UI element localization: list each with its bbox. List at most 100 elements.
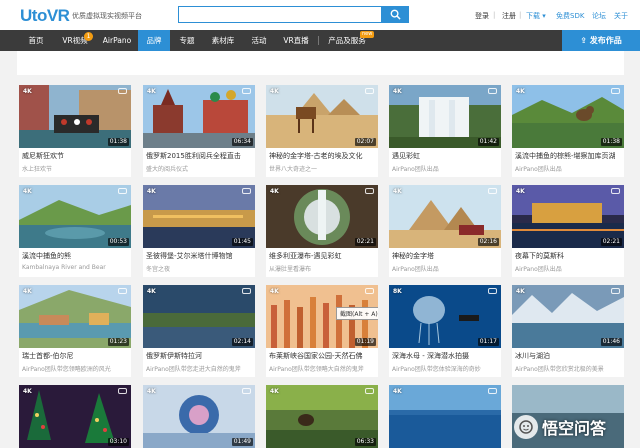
nav-home[interactable]: 首页 [18, 30, 54, 51]
video-thumbnail[interactable]: 4K 01:46 [512, 285, 624, 348]
about-link[interactable]: 关于 [614, 11, 628, 21]
video-title[interactable]: 布莱斯峡谷国家公园-天然石佛 [269, 351, 377, 361]
duration-badge: 02:21 [600, 238, 622, 246]
video-title[interactable]: 圣彼得堡-艾尔米塔什博物馆 [146, 251, 254, 261]
video-title[interactable]: 维多利亚瀑布-遇见彩虹 [269, 251, 377, 261]
video-card[interactable]: 4K 02:16 神秘的金字塔 AirPano团队出品 [389, 185, 501, 277]
video-title[interactable]: 俄罗斯伊斯特拉河 [146, 351, 254, 361]
video-thumbnail[interactable]: 4K 03:10 [19, 385, 131, 448]
vr-icon [488, 88, 497, 94]
nav-topics[interactable]: 专题 [172, 30, 202, 51]
video-thumbnail[interactable]: 4K 02:14 [143, 285, 255, 348]
top-header: UtoVR 优质虚拟现实视频平台 登录 | 注册 | 下载 ▾ 免费SDK 论坛… [0, 0, 640, 30]
login-link[interactable]: 登录 [475, 11, 489, 21]
register-link[interactable]: 注册 [502, 11, 516, 21]
video-title[interactable]: 溪流中捕鱼的棕熊-堪察加库页湖 [515, 151, 623, 161]
duration-badge: 01:42 [477, 138, 499, 146]
video-card[interactable]: 4K 01:38 威尼斯狂欢节 水上狂欢节 [19, 85, 131, 177]
video-title[interactable]: 遇见彩虹 [392, 151, 500, 161]
video-card[interactable]: 4K 01:46 冰川与湖泊 AirPano团队带您欣赏北极的美景 [512, 285, 624, 377]
duration-badge: 01:49 [231, 438, 253, 446]
video-thumbnail[interactable]: 8K 01:17 [389, 285, 501, 348]
quality-tag: 4K [147, 88, 156, 95]
video-thumbnail[interactable]: 4K 01:38 [512, 85, 624, 148]
search-button[interactable] [381, 6, 409, 23]
video-title[interactable]: 神秘的金字塔-古老的埃及文化 [269, 151, 377, 161]
video-thumbnail[interactable]: 4K 02:07 [266, 85, 378, 148]
search-input[interactable] [178, 6, 382, 23]
video-thumbnail[interactable]: 4K 06:34 [143, 85, 255, 148]
video-card[interactable]: 4K 02:14 俄罗斯伊斯特拉河 AirPano团队带您走进大自然的鬼斧 [143, 285, 255, 377]
video-card[interactable]: 4K 01:42 遇见彩虹 AirPano团队出品 [389, 85, 501, 177]
duration-badge: 01:46 [600, 338, 622, 346]
publish-button[interactable]: ⇪ 发布作品 [562, 30, 640, 51]
video-subtitle: 盛大的阅兵仪式 [146, 166, 189, 173]
video-card[interactable]: 4K 03:10 [19, 385, 131, 448]
quality-tag: 4K [516, 188, 525, 195]
video-card[interactable]: 4K 01:38 溪流中捕鱼的棕熊-堪察加库页湖 AirPano团队出品 [512, 85, 624, 177]
upload-icon: ⇪ [580, 36, 587, 45]
video-thumbnail[interactable]: 4K 02:21 [266, 185, 378, 248]
quality-tag: 4K [147, 288, 156, 295]
quality-tag: 4K [270, 188, 279, 195]
video-card[interactable]: 8K 01:17 深海水母 - 深海潜水拍摄 AirPano团队带您体验深海的奇… [389, 285, 501, 377]
video-card[interactable]: 4K 02:21 维多利亚瀑布-遇见彩虹 从瀑肚里看瀑布 [266, 185, 378, 277]
video-thumbnail[interactable]: 4K 01:38 [19, 85, 131, 148]
video-card[interactable]: 4K 01:49 [143, 385, 255, 448]
video-subtitle: AirPano团队出品 [515, 266, 562, 273]
video-card[interactable]: 4K 截图(Alt + A) 01:19 布莱斯峡谷国家公园-天然石佛 AirP… [266, 285, 378, 377]
site-logo[interactable]: UtoVR [20, 6, 70, 26]
vr-icon [118, 388, 127, 394]
video-card[interactable]: 4K 02:07 神秘的金字塔-古老的埃及文化 世界八大奇迹之一 [266, 85, 378, 177]
quality-tag: 4K [393, 88, 402, 95]
video-thumbnail[interactable]: 4K 01:49 [143, 385, 255, 448]
video-thumbnail[interactable]: 4K [389, 385, 501, 448]
quality-tag: 4K [23, 88, 32, 95]
video-card[interactable]: 4K 02:21 夜幕下的莫斯科 AirPano团队出品 [512, 185, 624, 277]
video-thumbnail[interactable]: 4K 06:33 [266, 385, 378, 448]
video-subtitle: AirPano团队出品 [392, 266, 439, 273]
vr-icon [488, 388, 497, 394]
wukong-watermark: 悟空问答 [514, 413, 636, 441]
nav-vr-live[interactable]: VR直播 [278, 30, 314, 51]
video-thumbnail[interactable]: 4K 截图(Alt + A) 01:19 [266, 285, 378, 348]
nav-events[interactable]: 活动 [244, 30, 274, 51]
video-card[interactable]: 4K 01:23 瑞士首都-伯尔尼 AirPano团队带您领略欧洲的风光 [19, 285, 131, 377]
duration-badge: 02:16 [477, 238, 499, 246]
video-card[interactable]: 4K 01:45 圣彼得堡-艾尔米塔什博物馆 冬宫之夜 [143, 185, 255, 277]
quality-tag: 8K [393, 288, 402, 295]
vr-icon [611, 288, 620, 294]
video-title[interactable]: 深海水母 - 深海潜水拍摄 [392, 351, 500, 361]
video-title[interactable]: 夜幕下的莫斯科 [515, 251, 623, 261]
video-card[interactable]: 4K [389, 385, 501, 448]
download-link[interactable]: 下载 ▾ [526, 11, 546, 21]
nav-count-badge: 1 [84, 32, 93, 41]
video-card[interactable]: 4K 00:53 溪流中捕鱼的熊 Kambalnaya River and Be… [19, 185, 131, 277]
download-label: 下载 [526, 12, 540, 20]
video-title[interactable]: 俄罗斯2015胜利阅兵全程直击 [146, 151, 254, 161]
video-card[interactable]: 4K 06:34 俄罗斯2015胜利阅兵全程直击 盛大的阅兵仪式 [143, 85, 255, 177]
nav-brand[interactable]: 品牌 [138, 30, 170, 51]
video-card[interactable]: 4K 06:33 [266, 385, 378, 448]
forum-link[interactable]: 论坛 [592, 11, 606, 21]
quality-tag: 4K [23, 388, 32, 395]
duration-badge: 02:14 [231, 338, 253, 346]
nav-airpano[interactable]: AirPano [98, 30, 136, 51]
video-title[interactable]: 瑞士首都-伯尔尼 [22, 351, 130, 361]
video-title[interactable]: 溪流中捕鱼的熊 [22, 251, 130, 261]
quality-tag: 4K [270, 288, 279, 295]
video-title[interactable]: 冰川与湖泊 [515, 351, 623, 361]
video-title[interactable]: 威尼斯狂欢节 [22, 151, 130, 161]
video-thumbnail[interactable]: 4K 01:42 [389, 85, 501, 148]
video-thumbnail[interactable]: 4K 02:21 [512, 185, 624, 248]
nav-assets[interactable]: 素材库 [206, 30, 240, 51]
duration-badge: 01:45 [231, 238, 253, 246]
video-subtitle: 从瀑肚里看瀑布 [269, 266, 312, 273]
duration-badge: 01:23 [107, 338, 129, 346]
video-thumbnail[interactable]: 4K 00:53 [19, 185, 131, 248]
video-thumbnail[interactable]: 4K 02:16 [389, 185, 501, 248]
video-thumbnail[interactable]: 4K 01:23 [19, 285, 131, 348]
video-title[interactable]: 神秘的金字塔 [392, 251, 500, 261]
free-sdk-link[interactable]: 免费SDK [556, 11, 584, 21]
video-thumbnail[interactable]: 4K 01:45 [143, 185, 255, 248]
